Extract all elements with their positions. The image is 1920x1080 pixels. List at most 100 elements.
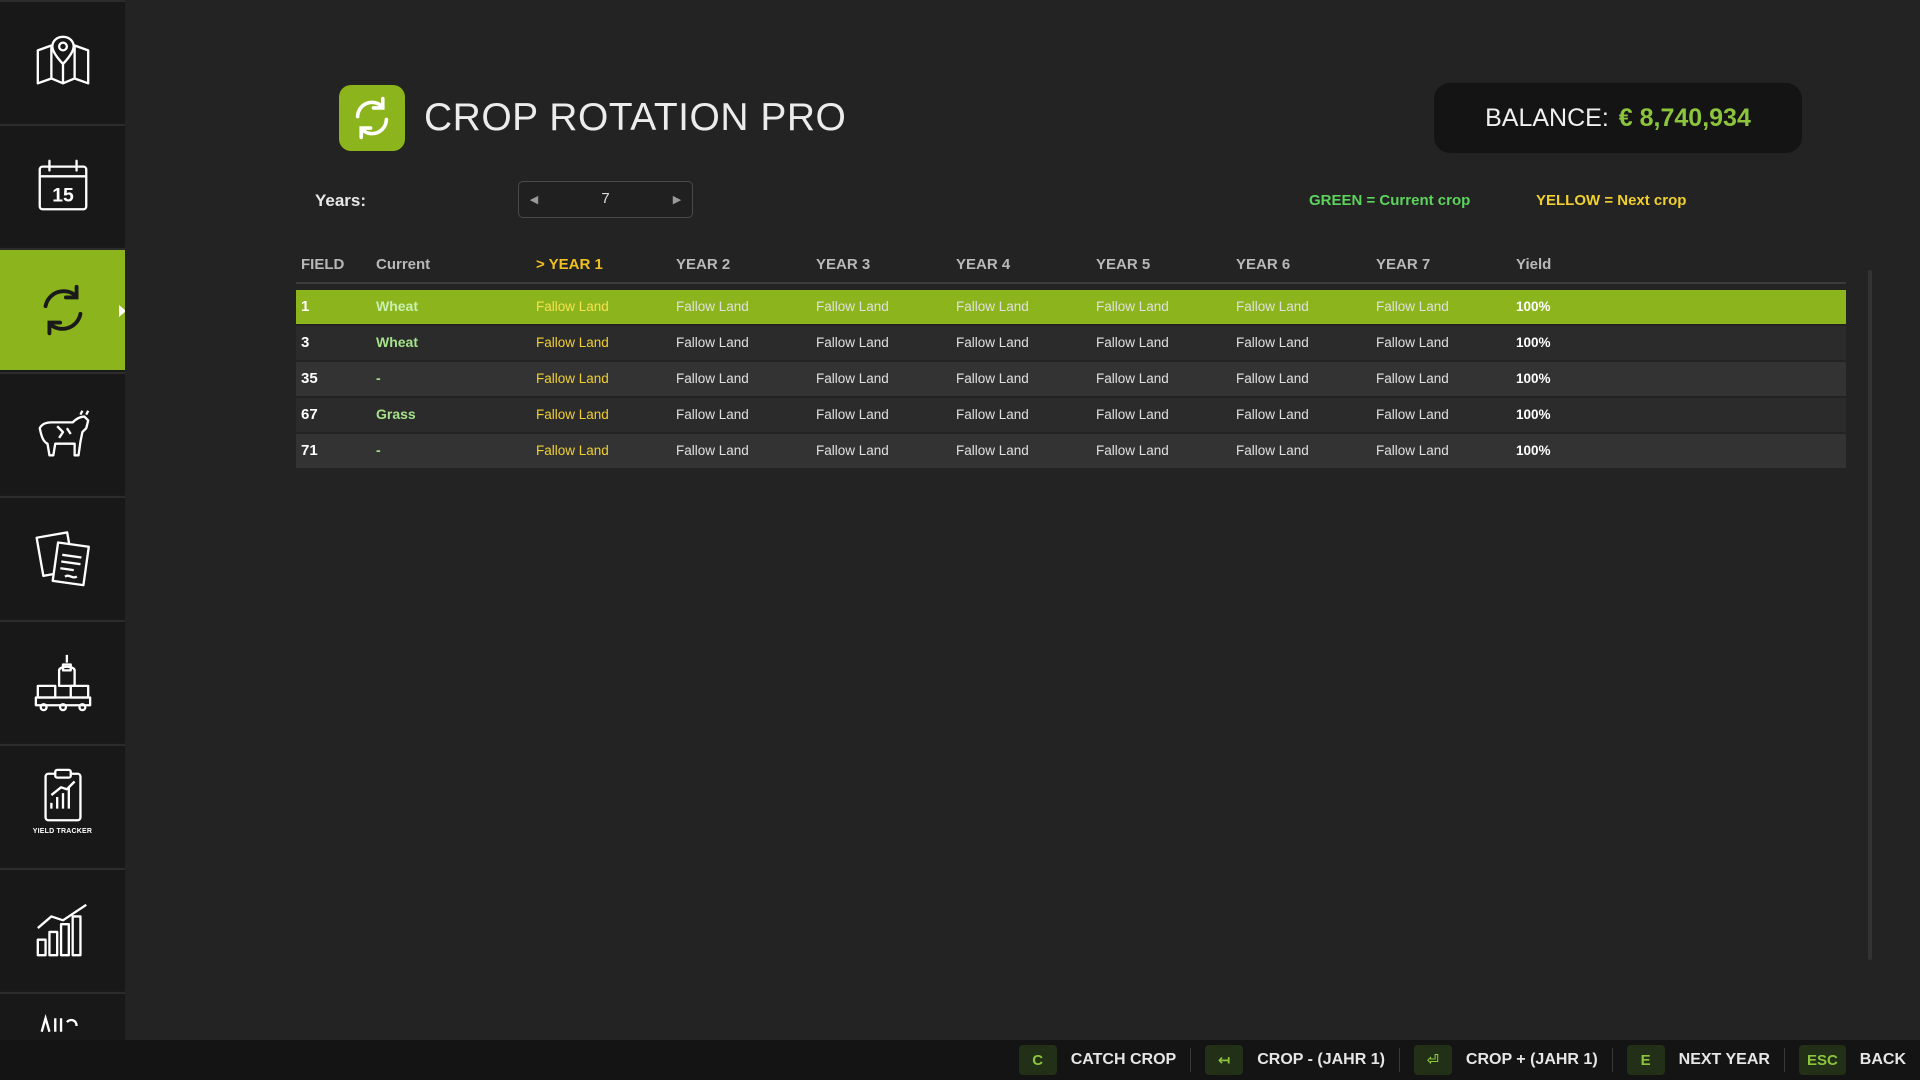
table-row[interactable]: 1 Wheat Fallow Land Fallow Land Fallow L… [296,290,1846,324]
cell-year-3[interactable]: Fallow Land [816,407,889,422]
years-increase-button[interactable]: ▶ [667,190,687,210]
hint-separator [1783,1048,1785,1072]
cell-year-3[interactable]: Fallow Land [816,371,889,386]
balance-label: BALANCE: [1485,103,1609,132]
cell-year-5[interactable]: Fallow Land [1096,335,1169,350]
cell-year-5[interactable]: Fallow Land [1096,371,1169,386]
table-row[interactable]: 3 Wheat Fallow Land Fallow Land Fallow L… [296,326,1846,360]
cell-current: Grass [376,406,416,422]
years-label: Years: [315,191,367,210]
table-row[interactable]: 67 Grass Fallow Land Fallow Land Fallow … [296,398,1846,432]
hint-label: CROP - (JAHR 1) [1257,1051,1385,1068]
factory-icon [34,654,91,712]
years-stepper[interactable]: ◀ 7 ▶ [518,181,693,218]
hint-back[interactable]: ESC BACK [1798,1045,1906,1075]
footer-hints: C CATCH CROP ↤ CROP - (JAHR 1) ⏎ CROP + … [0,1040,1920,1080]
cell-field: 67 [301,406,318,423]
sidebar-item-contracts[interactable] [0,496,125,618]
sidebar-item-crop-rotation[interactable] [0,248,125,370]
hint-label: CATCH CROP [1070,1051,1177,1068]
header-year-3: YEAR 3 [816,256,871,273]
header-year-7: YEAR 7 [1376,256,1431,273]
header-yield: Yield [1516,256,1552,273]
cell-year-6[interactable]: Fallow Land [1236,443,1309,458]
hint-label: BACK [1859,1051,1906,1068]
cell-current: - [376,370,381,386]
cell-year-6[interactable]: Fallow Land [1236,371,1309,386]
cell-year-4[interactable]: Fallow Land [956,407,1029,422]
cell-year-2[interactable]: Fallow Land [676,299,749,314]
cell-year-6[interactable]: Fallow Land [1236,335,1309,350]
hint-catch-crop[interactable]: C CATCH CROP [1018,1045,1192,1075]
cell-field: 3 [301,334,310,351]
sidebar-item-animals[interactable] [0,372,125,494]
cell-year-4[interactable]: Fallow Land [956,335,1029,350]
cell-year-5[interactable]: Fallow Land [1096,407,1169,422]
sidebar: 15 YIELD TRACKER [0,0,125,1040]
cell-year-3[interactable]: Fallow Land [816,443,889,458]
balance-value: € 8,740,934 [1618,103,1751,132]
header-year-6: YEAR 6 [1236,256,1291,273]
cell-yield: 100% [1516,335,1551,350]
cell-year-4[interactable]: Fallow Land [956,443,1029,458]
sidebar-item-production[interactable] [0,620,125,742]
sidebar-item-map[interactable] [0,0,125,122]
hint-crop-minus[interactable]: ↤ CROP - (JAHR 1) [1205,1045,1400,1075]
cell-year-7[interactable]: Fallow Land [1376,407,1449,422]
sidebar-item-calendar[interactable]: 15 [0,124,125,246]
svg-text:15: 15 [52,185,74,207]
sidebar-item-statistics[interactable] [0,868,125,990]
cell-year-6[interactable]: Fallow Land [1236,299,1309,314]
cell-year-1[interactable]: Fallow Land [536,443,609,458]
hint-crop-plus[interactable]: ⏎ CROP + (JAHR 1) [1413,1045,1613,1075]
cell-year-2[interactable]: Fallow Land [676,371,749,386]
cell-year-1[interactable]: Fallow Land [536,335,609,350]
key-esc: ESC [1798,1045,1846,1075]
cell-year-3[interactable]: Fallow Land [816,335,889,350]
sidebar-item-more[interactable] [0,992,125,1040]
cell-year-7[interactable]: Fallow Land [1376,371,1449,386]
rotation-icon [43,284,82,336]
more-icon [40,1013,78,1033]
cell-year-2[interactable]: Fallow Land [676,335,749,350]
header-current: Current [376,256,431,273]
hint-label: NEXT YEAR [1678,1051,1770,1068]
cell-field: 35 [301,370,318,387]
cell-year-7[interactable]: Fallow Land [1376,335,1449,350]
cell-year-1[interactable]: Fallow Land [536,299,609,314]
legend-current-crop: GREEN = Current crop [1309,192,1471,209]
table-scrollbar[interactable] [1868,270,1872,960]
page-title: CROP ROTATION PRO [424,96,847,139]
cell-year-2[interactable]: Fallow Land [676,443,749,458]
table-row[interactable]: 35 - Fallow Land Fallow Land Fallow Land… [296,362,1846,396]
hint-separator [1398,1048,1400,1072]
header-field: FIELD [301,256,345,273]
cell-year-5[interactable]: Fallow Land [1096,443,1169,458]
hint-next-year[interactable]: E NEXT YEAR [1626,1045,1785,1075]
yield-tracker-caption: YIELD TRACKER [32,828,93,835]
cell-year-7[interactable]: Fallow Land [1376,299,1449,314]
cell-year-4[interactable]: Fallow Land [956,299,1029,314]
key-c: C [1018,1045,1057,1075]
cell-field: 71 [301,442,318,459]
cell-yield: 100% [1516,443,1551,458]
table-row[interactable]: 71 - Fallow Land Fallow Land Fallow Land… [296,434,1846,468]
key-e: E [1626,1045,1665,1075]
legend-next-crop: YELLOW = Next crop [1536,192,1687,209]
cell-year-2[interactable]: Fallow Land [676,407,749,422]
cow-icon [38,410,89,457]
cell-year-4[interactable]: Fallow Land [956,371,1029,386]
header-year-1: > YEAR 1 [536,256,603,273]
header-year-4: YEAR 4 [956,256,1011,273]
cell-year-1[interactable]: Fallow Land [536,407,609,422]
cell-yield: 100% [1516,371,1551,386]
sidebar-item-yield-tracker[interactable]: YIELD TRACKER [0,744,125,866]
map-icon [36,35,89,85]
cell-year-1[interactable]: Fallow Land [536,371,609,386]
cell-yield: 100% [1516,299,1551,314]
cell-year-7[interactable]: Fallow Land [1376,443,1449,458]
cell-year-3[interactable]: Fallow Land [816,299,889,314]
cell-year-6[interactable]: Fallow Land [1236,407,1309,422]
cell-year-5[interactable]: Fallow Land [1096,299,1169,314]
cell-current: Wheat [376,298,418,314]
